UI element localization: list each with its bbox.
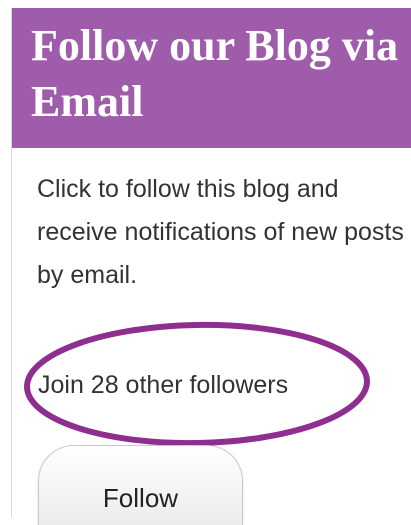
- widget-header: Follow our Blog via Email: [12, 8, 411, 148]
- followers-count: Join 28 other followers: [38, 371, 289, 399]
- follow-button[interactable]: Follow: [38, 445, 243, 525]
- widget-description: Click to follow this blog and receive no…: [37, 175, 404, 289]
- widget-title: Follow our Blog via Email: [31, 21, 399, 126]
- follow-blog-widget: Follow our Blog via Email Click to follo…: [11, 8, 411, 525]
